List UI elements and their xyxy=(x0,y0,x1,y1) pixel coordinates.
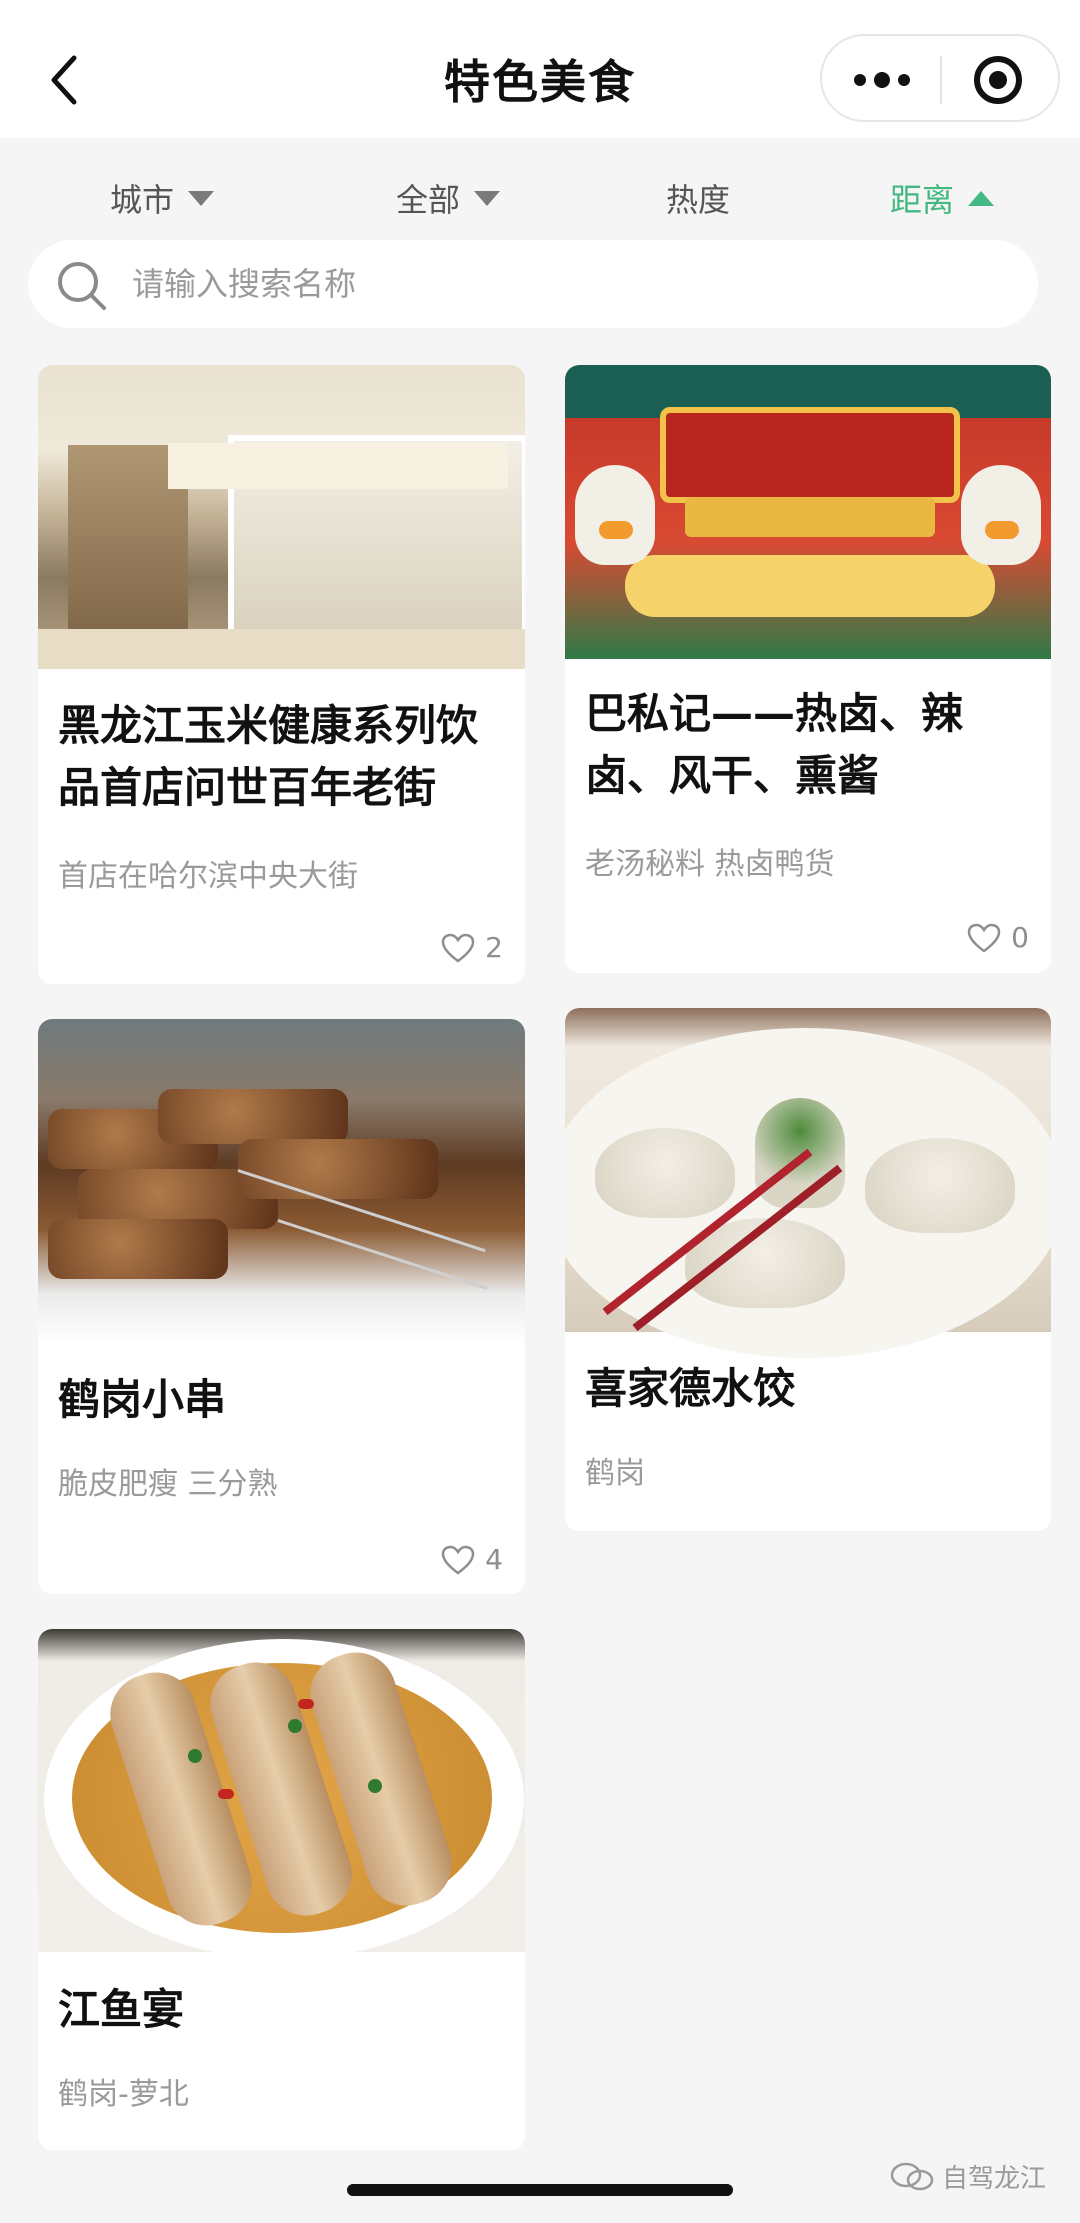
card-subtitle: 老汤秘料 热卤鸭货 xyxy=(585,847,835,882)
card-image xyxy=(565,365,1051,659)
page: 特色美食 城市 全部 热度 距离 请输入搜索名称 黑龙江玉米健康系列饮品首店问世… xyxy=(0,0,1080,2223)
wechat-icon xyxy=(890,2162,934,2190)
image-detail xyxy=(685,497,935,537)
filter-distance[interactable]: 距离 xyxy=(890,170,995,226)
image-detail xyxy=(288,1719,302,1733)
more-icon-right xyxy=(898,74,910,86)
like-count-value: 0 xyxy=(1011,921,1029,954)
card-title: 鹤岗小串 xyxy=(58,1375,227,1424)
more-button[interactable] xyxy=(850,58,914,102)
search-input[interactable] xyxy=(132,254,1012,314)
food-card[interactable]: 江鱼宴 鹤岗-萝北 xyxy=(38,1629,525,2150)
like-count-value: 4 xyxy=(485,1543,503,1576)
image-detail xyxy=(48,1219,228,1279)
card-title: 江鱼宴 xyxy=(58,1985,185,2034)
filter-distance-label: 距离 xyxy=(890,181,955,219)
watermark: 自驾龙江 xyxy=(890,2158,1046,2195)
card-title: 巴私记——热卤、辣卤、风干、熏酱 xyxy=(585,689,964,800)
image-detail xyxy=(38,629,525,669)
heart-icon xyxy=(441,933,475,963)
image-detail xyxy=(238,1139,438,1199)
card-subtitle: 鹤岗-萝北 xyxy=(58,2077,189,2112)
filter-popularity[interactable]: 热度 xyxy=(666,170,730,226)
filter-bar: 城市 全部 热度 距离 xyxy=(0,170,1080,226)
image-detail xyxy=(660,407,960,503)
heart-icon xyxy=(967,923,1001,953)
filter-popularity-label: 热度 xyxy=(666,181,731,219)
filter-city[interactable]: 城市 xyxy=(110,170,215,226)
filter-city-label: 城市 xyxy=(110,181,175,219)
image-detail xyxy=(168,443,508,489)
image-detail xyxy=(158,1089,348,1144)
header: 特色美食 xyxy=(0,0,1080,138)
filter-all-label: 全部 xyxy=(396,181,461,219)
card-image xyxy=(565,1008,1051,1358)
search-icon xyxy=(58,262,106,310)
image-detail xyxy=(218,1789,234,1799)
like-count[interactable]: 2 xyxy=(441,931,503,964)
card-subtitle: 鹤岗 xyxy=(585,1456,645,1491)
card-subtitle: 首店在哈尔滨中央大街 xyxy=(58,859,358,894)
food-card[interactable]: 鹤岗小串 脆皮肥瘦 三分熟 4 xyxy=(38,1019,525,1594)
heart-icon xyxy=(441,1545,475,1575)
home-indicator[interactable] xyxy=(347,2184,733,2196)
food-card[interactable]: 黑龙江玉米健康系列饮品首店问世百年老街 首店在哈尔滨中央大街 2 xyxy=(38,365,525,984)
close-mini-program-button[interactable] xyxy=(974,56,1022,104)
image-detail xyxy=(625,555,995,617)
image-detail xyxy=(961,465,1041,565)
more-icon xyxy=(854,74,866,86)
food-card[interactable]: 喜家德水饺 鹤岗 xyxy=(565,1008,1051,1531)
capsule-divider xyxy=(940,56,942,104)
card-title: 黑龙江玉米健康系列饮品首店问世百年老街 xyxy=(58,701,479,812)
caret-down-icon xyxy=(474,190,501,206)
image-detail xyxy=(595,1128,735,1218)
more-icon-center xyxy=(874,72,890,88)
filter-all[interactable]: 全部 xyxy=(396,170,501,226)
food-card[interactable]: 巴私记——热卤、辣卤、风干、熏酱 老汤秘料 热卤鸭货 0 xyxy=(565,365,1051,973)
watermark-text: 自驾龙江 xyxy=(942,2164,1047,2194)
caret-down-icon xyxy=(188,190,215,206)
search-bar xyxy=(28,240,1038,328)
card-image xyxy=(38,1019,525,1342)
caret-up-icon xyxy=(968,190,995,206)
card-subtitle: 脆皮肥瘦 三分熟 xyxy=(58,1467,278,1502)
card-title: 喜家德水饺 xyxy=(585,1364,796,1413)
like-count[interactable]: 4 xyxy=(441,1543,503,1576)
image-detail xyxy=(277,1219,488,1290)
image-detail xyxy=(368,1779,382,1793)
image-detail xyxy=(298,1699,314,1709)
image-detail xyxy=(865,1138,1015,1233)
card-image xyxy=(38,365,525,669)
image-detail xyxy=(575,465,655,565)
like-count-value: 2 xyxy=(485,931,503,964)
mini-program-capsule xyxy=(820,34,1060,122)
card-image xyxy=(38,1629,525,1959)
like-count[interactable]: 0 xyxy=(967,921,1029,954)
image-detail xyxy=(188,1749,202,1763)
